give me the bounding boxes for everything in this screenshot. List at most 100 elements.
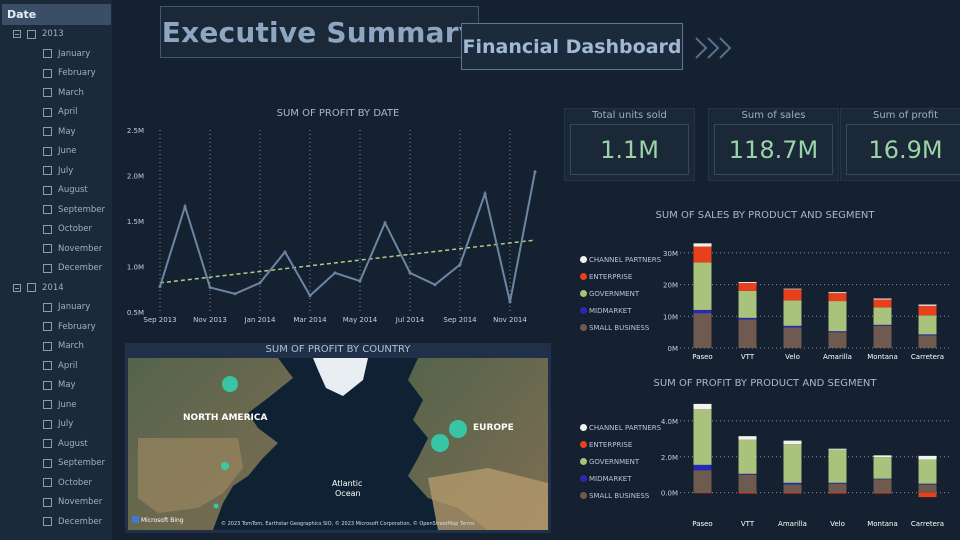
bar-segment[interactable] (828, 448, 847, 450)
checkbox[interactable] (43, 458, 52, 468)
slicer-month-item[interactable]: March (43, 339, 84, 353)
checkbox[interactable] (43, 478, 52, 487)
checkbox[interactable] (43, 244, 52, 253)
checkbox[interactable] (43, 419, 52, 429)
bar-segment[interactable] (738, 473, 757, 475)
bar-segment[interactable] (918, 483, 937, 485)
data-point[interactable] (508, 300, 512, 304)
slicer-month-item[interactable]: May (43, 378, 76, 392)
checkbox[interactable] (43, 166, 52, 175)
slicer-month-item[interactable]: February (43, 320, 96, 334)
data-point[interactable] (408, 271, 412, 275)
slicer-month-item[interactable]: November (43, 242, 102, 256)
bar-segment[interactable] (873, 492, 892, 494)
bar-segment[interactable] (873, 478, 892, 480)
bar-segment[interactable] (918, 455, 937, 460)
slicer-month-item[interactable]: September (43, 456, 105, 470)
slicer-month-item[interactable]: August (43, 437, 88, 451)
data-point[interactable] (533, 170, 537, 174)
slicer-month-item[interactable]: March (43, 86, 84, 100)
bar-segment[interactable] (828, 331, 847, 333)
bar-segment[interactable] (783, 300, 802, 326)
checkbox[interactable] (43, 205, 52, 214)
bubble-mexico[interactable] (213, 503, 219, 509)
slicer-month-item[interactable]: April (43, 359, 77, 373)
bar-segment[interactable] (828, 293, 847, 302)
bar-segment[interactable] (738, 436, 757, 440)
bar-segment[interactable] (693, 309, 712, 314)
legend-item[interactable]: MIDMARKET (580, 473, 631, 484)
slicer-month-item[interactable]: May (43, 125, 76, 139)
data-point[interactable] (333, 271, 337, 275)
bar-segment[interactable] (738, 492, 757, 494)
checkbox[interactable] (43, 302, 52, 312)
bar-segment[interactable] (873, 324, 892, 326)
bar-segment[interactable] (918, 335, 937, 348)
bar-segment[interactable] (873, 325, 892, 348)
slicer-month-item[interactable]: June (43, 144, 77, 158)
data-point[interactable] (183, 204, 187, 208)
checkbox[interactable] (43, 88, 52, 97)
legend-item[interactable]: SMALL BUSINESS (580, 322, 649, 333)
checkbox[interactable] (27, 29, 36, 39)
bar-segment[interactable] (783, 482, 802, 485)
slicer-month-item[interactable]: October (43, 476, 92, 490)
bar-segment[interactable] (693, 464, 712, 471)
bubble-france[interactable] (431, 434, 449, 452)
collapse-icon[interactable] (13, 30, 21, 38)
slicer-month-item[interactable]: January (43, 47, 90, 61)
legend-item[interactable]: GOVERNMENT (580, 288, 639, 299)
data-point[interactable] (358, 279, 362, 283)
data-point[interactable] (308, 294, 312, 298)
slicer-month-item[interactable]: December (43, 515, 102, 529)
slicer-month-item[interactable]: February (43, 66, 96, 80)
bar-segment[interactable] (738, 439, 757, 474)
legend-item[interactable]: SMALL BUSINESS (580, 490, 649, 501)
bar-segment[interactable] (918, 334, 937, 336)
slicer-month-item[interactable]: October (43, 222, 92, 236)
bar-segment[interactable] (783, 484, 802, 493)
bar-segment[interactable] (873, 298, 892, 300)
bar-segment[interactable] (738, 474, 757, 493)
bar-segment[interactable] (828, 301, 847, 332)
bar-segment[interactable] (918, 304, 937, 306)
checkbox[interactable] (43, 439, 52, 448)
legend-item[interactable]: ENTERPRISE (580, 439, 632, 450)
slicer-month-item[interactable]: September (43, 203, 105, 217)
bar-segment[interactable] (783, 325, 802, 328)
data-point[interactable] (158, 285, 162, 289)
data-point[interactable] (233, 292, 237, 296)
bar-segment[interactable] (918, 315, 937, 335)
data-point[interactable] (383, 221, 387, 225)
checkbox[interactable] (43, 361, 52, 370)
checkbox[interactable] (43, 185, 52, 195)
bubble-canada[interactable] (222, 376, 238, 392)
bar-segment[interactable] (918, 484, 937, 493)
bar-segment[interactable] (873, 455, 892, 458)
bar-segment[interactable] (738, 282, 757, 291)
bar-segment[interactable] (873, 479, 892, 493)
bar-segment[interactable] (693, 246, 712, 263)
bar-segment[interactable] (783, 289, 802, 301)
bar-segment[interactable] (693, 409, 712, 465)
bar-segment[interactable] (828, 482, 847, 484)
data-point[interactable] (458, 263, 462, 267)
bar-segment[interactable] (693, 492, 712, 494)
bar-segment[interactable] (693, 262, 712, 310)
data-point[interactable] (258, 281, 262, 285)
checkbox[interactable] (43, 146, 52, 156)
bar-segment[interactable] (783, 444, 802, 483)
bar-segment[interactable] (693, 470, 712, 493)
slicer-month-item[interactable]: January (43, 300, 90, 314)
slicer-year-2013[interactable]: 2013 (13, 27, 64, 41)
world-map[interactable]: NORTH AMERICA EUROPE Atlantic Ocean Micr… (128, 358, 548, 530)
slicer-month-item[interactable]: November (43, 495, 102, 509)
bubble-germany[interactable] (449, 420, 467, 438)
bar-segment[interactable] (828, 483, 847, 493)
bar-segment[interactable] (693, 313, 712, 348)
checkbox[interactable] (43, 49, 52, 58)
checkbox[interactable] (43, 322, 52, 331)
legend-item[interactable]: MIDMARKET (580, 305, 631, 316)
slicer-month-item[interactable]: April (43, 105, 77, 119)
slicer-month-item[interactable]: June (43, 398, 77, 412)
